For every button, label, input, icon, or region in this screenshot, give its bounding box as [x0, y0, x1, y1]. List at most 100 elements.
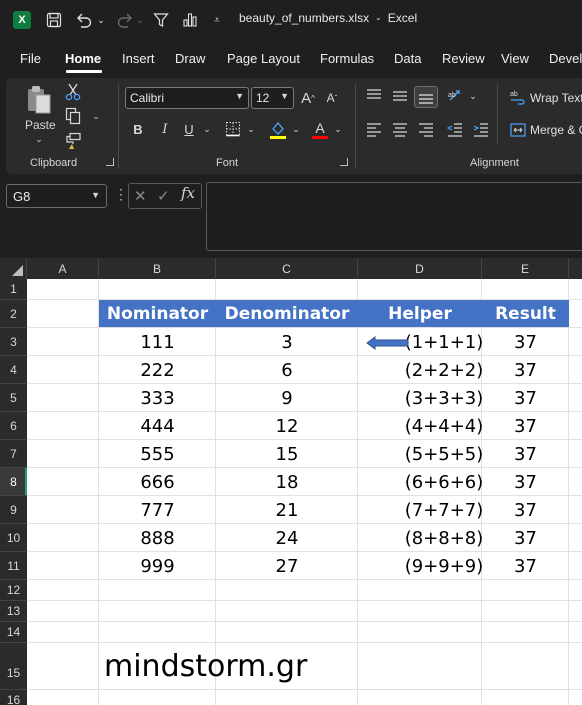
column-header-b[interactable]: B	[99, 258, 216, 279]
orientation-chevron-icon[interactable]: ⌄	[467, 90, 479, 102]
cell-e4[interactable]: 37	[482, 356, 569, 384]
header-cell-denominator[interactable]: Denominator	[216, 300, 358, 327]
paste-button[interactable]: Paste	[25, 118, 56, 132]
redo-dropdown-chevron-icon[interactable]: ⌄	[134, 8, 146, 32]
tab-review[interactable]: Review	[442, 51, 485, 66]
align-left-icon[interactable]	[364, 120, 384, 140]
more-options-icon[interactable]: ⋮	[114, 186, 128, 203]
row-header-5[interactable]: 5	[0, 384, 27, 412]
increase-indent-icon[interactable]	[471, 120, 491, 140]
cell-b8[interactable]: 666	[99, 468, 216, 496]
cell-c4[interactable]: 6	[216, 356, 358, 384]
cell-b7[interactable]: 555	[99, 440, 216, 468]
cell-c5[interactable]: 9	[216, 384, 358, 412]
paste-icon[interactable]	[24, 83, 54, 117]
cell-c7[interactable]: 15	[216, 440, 358, 468]
grow-font-button[interactable]: A ^	[298, 87, 318, 109]
merge-center-icon[interactable]	[509, 121, 527, 139]
font-size-dropdown[interactable]: 12 ▼	[251, 87, 294, 109]
chart-icon[interactable]	[179, 8, 201, 32]
cell-d4[interactable]: (2+2+2)	[405, 356, 484, 384]
row-header-12[interactable]: 12	[0, 580, 27, 601]
header-cell-result[interactable]: Result	[482, 300, 569, 327]
cell-e8[interactable]: 37	[482, 468, 569, 496]
row-header-8[interactable]: 8	[0, 468, 27, 496]
header-cell-helper[interactable]: Helper	[358, 300, 482, 327]
merge-center-button[interactable]: Merge & C	[530, 123, 582, 137]
cell-d5[interactable]: (3+3+3)	[405, 384, 484, 412]
align-center-icon[interactable]	[390, 120, 410, 140]
cell-d8[interactable]: (6+6+6)	[405, 468, 484, 496]
row-header-14[interactable]: 14	[0, 622, 27, 643]
column-header-e[interactable]: E	[482, 258, 569, 279]
left-arrow-icon[interactable]	[366, 336, 410, 350]
font-color-chevron-icon[interactable]: ⌄	[332, 123, 344, 135]
tab-formulas[interactable]: Formulas	[320, 51, 374, 66]
enter-icon[interactable]: ✓	[157, 187, 170, 205]
align-right-icon[interactable]	[416, 120, 436, 140]
fill-color-chevron-icon[interactable]: ⌄	[290, 123, 302, 135]
cell-e11[interactable]: 37	[482, 552, 569, 580]
paste-chevron-icon[interactable]: ⌄	[33, 134, 45, 144]
cell-b4[interactable]: 222	[99, 356, 216, 384]
filter-icon[interactable]	[150, 8, 172, 32]
row-header-13[interactable]: 13	[0, 601, 27, 622]
row-header-1[interactable]: 1	[0, 279, 27, 300]
row-header-16[interactable]: 16	[0, 690, 27, 705]
row-header-7[interactable]: 7	[0, 440, 27, 468]
cell-c8[interactable]: 18	[216, 468, 358, 496]
underline-chevron-icon[interactable]: ⌄	[201, 123, 213, 135]
tab-developer[interactable]: Devel	[549, 51, 582, 66]
column-header-f[interactable]	[569, 258, 582, 279]
column-header-a[interactable]: A	[27, 258, 99, 279]
tab-view[interactable]: View	[501, 51, 529, 66]
bold-button[interactable]: B	[129, 119, 147, 139]
shrink-font-button[interactable]: Aˇ	[322, 87, 342, 109]
cell-b3[interactable]: 111	[99, 328, 216, 356]
underline-button[interactable]: U	[180, 119, 198, 139]
tab-data[interactable]: Data	[394, 51, 421, 66]
cell-b10[interactable]: 888	[99, 524, 216, 552]
cell-e5[interactable]: 37	[482, 384, 569, 412]
clipboard-dialog-launcher-icon[interactable]	[106, 158, 114, 166]
column-header-d[interactable]: D	[358, 258, 482, 279]
cell-b11[interactable]: 999	[99, 552, 216, 580]
column-header-c[interactable]: C	[216, 258, 358, 279]
cell-c3[interactable]: 3	[216, 328, 358, 356]
fill-color-icon[interactable]	[268, 119, 288, 141]
italic-button[interactable]: I	[156, 119, 174, 139]
row-header-4[interactable]: 4	[0, 356, 27, 384]
row-header-9[interactable]: 9	[0, 496, 27, 524]
insert-function-button[interactable]: fx	[181, 184, 195, 202]
cell-c9[interactable]: 21	[216, 496, 358, 524]
font-color-button[interactable]: A	[310, 117, 330, 141]
borders-icon[interactable]	[223, 119, 243, 139]
middle-align-icon[interactable]	[390, 86, 410, 106]
font-name-dropdown[interactable]: Calibri ▼	[125, 87, 249, 109]
cell-d9[interactable]: (7+7+7)	[405, 496, 484, 524]
cell-e9[interactable]: 37	[482, 496, 569, 524]
orientation-icon[interactable]: ab	[446, 86, 466, 106]
formula-input[interactable]	[206, 182, 582, 251]
save-icon[interactable]	[42, 8, 66, 32]
tab-file[interactable]: File	[20, 51, 41, 66]
row-header-15[interactable]: 15	[0, 643, 27, 690]
header-cell-nominator[interactable]: Nominator	[99, 300, 216, 327]
cell-d10[interactable]: (8+8+8)	[405, 524, 484, 552]
bottom-align-icon[interactable]	[414, 86, 438, 108]
cell-e10[interactable]: 37	[482, 524, 569, 552]
select-all-button[interactable]	[0, 258, 27, 279]
row-header-11[interactable]: 11	[0, 552, 27, 580]
copy-icon[interactable]	[63, 106, 83, 126]
name-box[interactable]: G8 ▼	[6, 184, 107, 208]
undo-icon[interactable]	[72, 8, 96, 32]
cell-b6[interactable]: 444	[99, 412, 216, 440]
cell-e6[interactable]: 37	[482, 412, 569, 440]
cut-icon[interactable]	[63, 82, 83, 102]
cell-d6[interactable]: (4+4+4)	[405, 412, 484, 440]
top-align-icon[interactable]	[364, 86, 384, 106]
row-header-6[interactable]: 6	[0, 412, 27, 440]
cell-c11[interactable]: 27	[216, 552, 358, 580]
cell-c6[interactable]: 12	[216, 412, 358, 440]
copy-chevron-icon[interactable]: ⌄	[90, 110, 102, 122]
